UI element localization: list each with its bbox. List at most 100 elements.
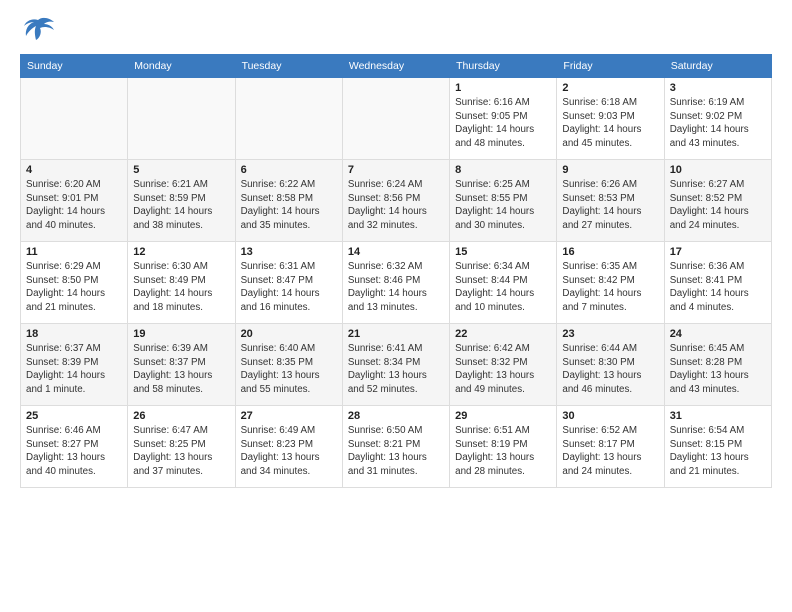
page-header [20, 16, 772, 44]
day-info: Sunrise: 6:45 AM Sunset: 8:28 PM Dayligh… [670, 342, 766, 397]
day-info: Sunrise: 6:51 AM Sunset: 8:19 PM Dayligh… [455, 424, 551, 479]
calendar-cell: 8 Sunrise: 6:25 AM Sunset: 8:55 PM Daylig… [450, 160, 557, 242]
calendar-cell: 19Sunrise: 6:39 AM Sunset: 8:37 PM Dayli… [128, 324, 235, 406]
day-info: Sunrise: 6:44 AM Sunset: 8:30 PM Dayligh… [562, 342, 658, 397]
calendar-cell: 26 Sunrise: 6:47 AM Sunset: 8:25 PM Dayli… [128, 406, 235, 488]
calendar-cell: 9 Sunrise: 6:26 AM Sunset: 8:53 PM Daylig… [557, 160, 664, 242]
calendar-cell: 25 Sunrise: 6:46 AM Sunset: 8:27 PM Dayli… [21, 406, 128, 488]
calendar-cell: 1Sunrise: 6:16 AM Sunset: 9:05 PM Daylig… [450, 78, 557, 160]
calendar-cell: 5 Sunrise: 6:21 AM Sunset: 8:59 PM Daylig… [128, 160, 235, 242]
calendar-cell [128, 78, 235, 160]
day-number: 1 [455, 82, 551, 94]
day-number: 17 [670, 246, 766, 258]
day-number: 2 [562, 82, 658, 94]
day-info: Sunrise: 6:46 AM Sunset: 8:27 PM Dayligh… [26, 424, 122, 479]
day-info: Sunrise: 6:24 AM Sunset: 8:56 PM Dayligh… [348, 178, 444, 233]
day-header-monday: Monday [128, 55, 235, 78]
day-info: Sunrise: 6:20 AM Sunset: 9:01 PM Dayligh… [26, 178, 122, 233]
day-info: Sunrise: 6:30 AM Sunset: 8:49 PM Dayligh… [133, 260, 229, 315]
day-number: 15 [455, 246, 551, 258]
day-number: 3 [670, 82, 766, 94]
day-number: 26 [133, 410, 229, 422]
day-info: Sunrise: 6:37 AM Sunset: 8:39 PM Dayligh… [26, 342, 122, 397]
calendar-cell: 23 Sunrise: 6:44 AM Sunset: 8:30 PM Dayli… [557, 324, 664, 406]
day-info: Sunrise: 6:41 AM Sunset: 8:34 PM Dayligh… [348, 342, 444, 397]
day-info: Sunrise: 6:25 AM Sunset: 8:55 PM Dayligh… [455, 178, 551, 233]
calendar-cell: 4 Sunrise: 6:20 AM Sunset: 9:01 PM Daylig… [21, 160, 128, 242]
calendar-cell: 14 Sunrise: 6:32 AM Sunset: 8:46 PM Dayli… [342, 242, 449, 324]
calendar-cell: 31Sunrise: 6:54 AM Sunset: 8:15 PM Dayli… [664, 406, 771, 488]
calendar-cell: 30Sunrise: 6:52 AM Sunset: 8:17 PM Dayli… [557, 406, 664, 488]
day-info: Sunrise: 6:19 AM Sunset: 9:02 PM Dayligh… [670, 96, 766, 151]
day-number: 21 [348, 328, 444, 340]
day-info: Sunrise: 6:26 AM Sunset: 8:53 PM Dayligh… [562, 178, 658, 233]
day-number: 28 [348, 410, 444, 422]
calendar-cell: 2 Sunrise: 6:18 AM Sunset: 9:03 PM Daylig… [557, 78, 664, 160]
day-header-saturday: Saturday [664, 55, 771, 78]
day-number: 5 [133, 164, 229, 176]
day-number: 31 [670, 410, 766, 422]
day-info: Sunrise: 6:47 AM Sunset: 8:25 PM Dayligh… [133, 424, 229, 479]
calendar-week-3: 11 Sunrise: 6:29 AM Sunset: 8:50 PM Dayli… [21, 242, 772, 324]
day-info: Sunrise: 6:39 AM Sunset: 8:37 PM Dayligh… [133, 342, 229, 397]
calendar-header-row: SundayMondayTuesdayWednesdayThursdayFrid… [21, 55, 772, 78]
logo-icon [20, 16, 56, 44]
day-header-thursday: Thursday [450, 55, 557, 78]
day-number: 24 [670, 328, 766, 340]
calendar-week-5: 25 Sunrise: 6:46 AM Sunset: 8:27 PM Dayli… [21, 406, 772, 488]
day-number: 14 [348, 246, 444, 258]
calendar-cell: 15Sunrise: 6:34 AM Sunset: 8:44 PM Dayli… [450, 242, 557, 324]
day-number: 11 [26, 246, 122, 258]
day-header-sunday: Sunday [21, 55, 128, 78]
day-header-friday: Friday [557, 55, 664, 78]
day-number: 9 [562, 164, 658, 176]
day-number: 8 [455, 164, 551, 176]
calendar-cell: 6 Sunrise: 6:22 AM Sunset: 8:58 PM Daylig… [235, 160, 342, 242]
calendar-cell: 17 Sunrise: 6:36 AM Sunset: 8:41 PM Dayli… [664, 242, 771, 324]
calendar-cell: 10 Sunrise: 6:27 AM Sunset: 8:52 PM Dayli… [664, 160, 771, 242]
day-number: 29 [455, 410, 551, 422]
day-info: Sunrise: 6:21 AM Sunset: 8:59 PM Dayligh… [133, 178, 229, 233]
day-number: 6 [241, 164, 337, 176]
calendar-cell: 27 Sunrise: 6:49 AM Sunset: 8:23 PM Dayli… [235, 406, 342, 488]
calendar-page: SundayMondayTuesdayWednesdayThursdayFrid… [0, 0, 792, 612]
calendar-cell [235, 78, 342, 160]
day-number: 23 [562, 328, 658, 340]
logo [20, 16, 60, 44]
day-info: Sunrise: 6:29 AM Sunset: 8:50 PM Dayligh… [26, 260, 122, 315]
day-number: 20 [241, 328, 337, 340]
day-info: Sunrise: 6:32 AM Sunset: 8:46 PM Dayligh… [348, 260, 444, 315]
day-number: 27 [241, 410, 337, 422]
day-info: Sunrise: 6:18 AM Sunset: 9:03 PM Dayligh… [562, 96, 658, 151]
calendar-cell: 20 Sunrise: 6:40 AM Sunset: 8:35 PM Dayli… [235, 324, 342, 406]
calendar-cell: 21 Sunrise: 6:41 AM Sunset: 8:34 PM Dayli… [342, 324, 449, 406]
day-number: 4 [26, 164, 122, 176]
calendar-cell: 22Sunrise: 6:42 AM Sunset: 8:32 PM Dayli… [450, 324, 557, 406]
day-number: 18 [26, 328, 122, 340]
calendar-week-1: 1Sunrise: 6:16 AM Sunset: 9:05 PM Daylig… [21, 78, 772, 160]
calendar-week-4: 18 Sunrise: 6:37 AM Sunset: 8:39 PM Dayli… [21, 324, 772, 406]
day-number: 25 [26, 410, 122, 422]
calendar-cell: 28Sunrise: 6:50 AM Sunset: 8:21 PM Dayli… [342, 406, 449, 488]
calendar-cell [21, 78, 128, 160]
day-number: 13 [241, 246, 337, 258]
day-header-tuesday: Tuesday [235, 55, 342, 78]
calendar-cell: 13 Sunrise: 6:31 AM Sunset: 8:47 PM Dayli… [235, 242, 342, 324]
calendar-cell: 24 Sunrise: 6:45 AM Sunset: 8:28 PM Dayli… [664, 324, 771, 406]
day-number: 30 [562, 410, 658, 422]
day-info: Sunrise: 6:27 AM Sunset: 8:52 PM Dayligh… [670, 178, 766, 233]
calendar-cell: 11 Sunrise: 6:29 AM Sunset: 8:50 PM Dayli… [21, 242, 128, 324]
calendar-cell: 12 Sunrise: 6:30 AM Sunset: 8:49 PM Dayli… [128, 242, 235, 324]
day-info: Sunrise: 6:40 AM Sunset: 8:35 PM Dayligh… [241, 342, 337, 397]
calendar-table: SundayMondayTuesdayWednesdayThursdayFrid… [20, 54, 772, 488]
day-number: 12 [133, 246, 229, 258]
calendar-cell: 7 Sunrise: 6:24 AM Sunset: 8:56 PM Daylig… [342, 160, 449, 242]
day-info: Sunrise: 6:36 AM Sunset: 8:41 PM Dayligh… [670, 260, 766, 315]
calendar-cell: 29 Sunrise: 6:51 AM Sunset: 8:19 PM Dayli… [450, 406, 557, 488]
day-number: 7 [348, 164, 444, 176]
day-number: 10 [670, 164, 766, 176]
day-info: Sunrise: 6:31 AM Sunset: 8:47 PM Dayligh… [241, 260, 337, 315]
day-info: Sunrise: 6:22 AM Sunset: 8:58 PM Dayligh… [241, 178, 337, 233]
day-info: Sunrise: 6:35 AM Sunset: 8:42 PM Dayligh… [562, 260, 658, 315]
day-info: Sunrise: 6:49 AM Sunset: 8:23 PM Dayligh… [241, 424, 337, 479]
